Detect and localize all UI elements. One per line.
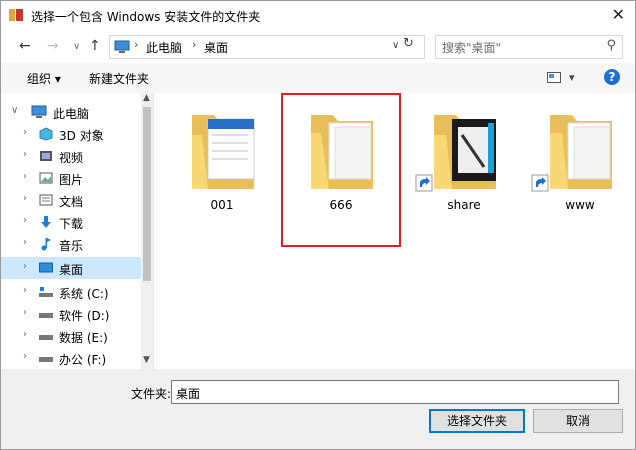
sidebar-item-drive-c[interactable]: › 系统 (C:) bbox=[1, 281, 141, 303]
folder-label: 666 bbox=[329, 198, 353, 212]
sidebar-item-label: 下载 bbox=[59, 217, 84, 231]
folder-icon bbox=[415, 115, 496, 192]
sidebar-item-label: 办公 (F:) bbox=[59, 353, 107, 367]
system-drive-icon bbox=[39, 287, 53, 297]
sidebar-item-label: 3D 对象 bbox=[59, 129, 104, 143]
file-list: 001 666 share www bbox=[154, 93, 635, 369]
sidebar-item-drive-f[interactable]: › 办公 (F:) bbox=[1, 347, 141, 369]
sidebar-item-3d-objects[interactable]: › 3D 对象 bbox=[1, 123, 141, 145]
sidebar-item-drive-e[interactable]: › 数据 (E:) bbox=[1, 325, 141, 347]
search-icon: ⚲ bbox=[606, 38, 616, 53]
drive-icon bbox=[39, 313, 53, 318]
expand-arrow-icon[interactable]: › bbox=[23, 237, 27, 248]
sidebar-item-label: 系统 (C:) bbox=[59, 287, 109, 301]
command-toolbar: 组织 ▾ 新建文件夹 bbox=[1, 63, 635, 94]
expand-arrow-icon[interactable]: › bbox=[23, 285, 27, 296]
desktop-icon bbox=[39, 262, 53, 273]
title-bar: 选择一个包含 Windows 安装文件的文件夹 ✕ bbox=[1, 1, 635, 31]
search-box[interactable]: 搜索"桌面" ⚲ bbox=[435, 35, 623, 59]
3d-objects-icon bbox=[39, 127, 53, 141]
drive-icon bbox=[39, 357, 53, 362]
scroll-up-icon[interactable]: ▲ bbox=[143, 93, 150, 103]
sidebar-item-documents[interactable]: › 文档 bbox=[1, 189, 141, 211]
drive-icon bbox=[39, 335, 53, 340]
back-arrow-icon[interactable]: ← bbox=[19, 38, 31, 54]
download-icon bbox=[41, 216, 51, 228]
folder-icon bbox=[531, 115, 612, 192]
folder-item-www[interactable]: www bbox=[530, 105, 630, 215]
expand-arrow-icon[interactable]: › bbox=[23, 193, 27, 204]
breadcrumb-desktop[interactable]: 桌面 bbox=[204, 39, 228, 56]
expand-arrow-icon[interactable]: › bbox=[23, 149, 27, 160]
breadcrumb-separator-icon: › bbox=[134, 38, 139, 51]
music-icon bbox=[41, 238, 51, 251]
scrollbar-thumb[interactable] bbox=[143, 107, 151, 281]
scroll-down-icon[interactable]: ▼ bbox=[143, 355, 150, 365]
folder-icon bbox=[192, 115, 255, 189]
expand-arrow-icon[interactable]: › bbox=[23, 307, 27, 318]
expand-arrow-icon[interactable]: › bbox=[23, 127, 27, 138]
sidebar-item-label: 桌面 bbox=[59, 263, 84, 277]
pc-icon bbox=[31, 105, 47, 118]
folder-name-input[interactable]: 桌面 bbox=[171, 380, 619, 404]
folder-label: www bbox=[565, 198, 595, 212]
navigation-pane: ∨ 此电脑 › 3D 对象 › 视频 › 图片 › 文档 › 下载 › 音乐 ›… bbox=[1, 93, 154, 369]
breadcrumb-separator-icon: › bbox=[192, 38, 197, 51]
window-title: 选择一个包含 Windows 安装文件的文件夹 bbox=[31, 10, 261, 24]
help-icon[interactable]: ? bbox=[604, 69, 620, 85]
sidebar-item-desktop[interactable]: › 桌面 bbox=[1, 257, 141, 279]
close-icon[interactable]: ✕ bbox=[612, 5, 625, 24]
expand-arrow-icon[interactable]: ∨ bbox=[11, 105, 18, 116]
forward-arrow-icon[interactable]: → bbox=[47, 38, 59, 54]
folder-field-label: 文件夹: bbox=[131, 387, 172, 401]
sidebar-item-label: 视频 bbox=[59, 151, 84, 165]
sidebar-item-drive-d[interactable]: › 软件 (D:) bbox=[1, 303, 141, 325]
folder-item-001[interactable]: 001 bbox=[172, 105, 272, 215]
expand-arrow-icon[interactable]: › bbox=[23, 351, 27, 362]
new-folder-button[interactable]: 新建文件夹 bbox=[89, 70, 149, 87]
view-dropdown-icon[interactable]: ▾ bbox=[569, 71, 575, 84]
sidebar-item-downloads[interactable]: › 下载 bbox=[1, 211, 141, 233]
sidebar-item-label: 图片 bbox=[59, 173, 84, 187]
cancel-button[interactable]: 取消 bbox=[533, 409, 623, 433]
documents-icon bbox=[39, 194, 53, 206]
organize-menu-button[interactable]: 组织 ▾ bbox=[27, 70, 61, 87]
sidebar-scrollbar[interactable]: ▲ ▼ bbox=[141, 93, 153, 369]
folder-icon bbox=[311, 115, 373, 189]
folder-item-share[interactable]: share bbox=[414, 105, 514, 215]
refresh-icon[interactable]: ↻ bbox=[403, 36, 414, 51]
sidebar-item-music[interactable]: › 音乐 bbox=[1, 233, 141, 255]
sidebar-item-label: 文档 bbox=[59, 195, 84, 209]
breadcrumb-this-pc[interactable]: 此电脑 bbox=[146, 39, 182, 56]
sidebar-item-this-pc[interactable]: ∨ 此电脑 bbox=[1, 101, 141, 123]
view-options-icon[interactable] bbox=[547, 72, 561, 83]
expand-arrow-icon[interactable]: › bbox=[23, 215, 27, 226]
folder-item-666[interactable]: 666 bbox=[281, 93, 401, 247]
select-folder-button[interactable]: 选择文件夹 bbox=[429, 409, 525, 433]
sidebar-item-pictures[interactable]: › 图片 bbox=[1, 167, 141, 189]
expand-arrow-icon[interactable]: › bbox=[23, 171, 27, 182]
expand-arrow-icon[interactable]: › bbox=[23, 261, 27, 272]
video-icon bbox=[40, 151, 52, 161]
sidebar-item-label: 音乐 bbox=[59, 239, 84, 253]
address-dropdown-icon[interactable]: ∨ bbox=[392, 40, 399, 51]
search-input[interactable]: 搜索"桌面" bbox=[442, 39, 501, 56]
recent-locations-icon[interactable]: ∨ bbox=[73, 41, 80, 52]
folder-name-value: 桌面 bbox=[176, 387, 201, 401]
sidebar-item-label: 数据 (E:) bbox=[59, 331, 108, 345]
address-bar[interactable]: › 此电脑 › 桌面 ∨ bbox=[109, 35, 425, 59]
up-arrow-icon[interactable]: ↑ bbox=[89, 38, 101, 54]
pictures-icon bbox=[39, 172, 53, 184]
pc-icon bbox=[114, 40, 130, 53]
sidebar-item-label: 软件 (D:) bbox=[59, 309, 110, 323]
folder-label: 001 bbox=[210, 198, 234, 212]
sidebar-item-label: 此电脑 bbox=[53, 107, 90, 121]
folder-picker-dialog: 选择一个包含 Windows 安装文件的文件夹 ✕ ← → ∨ ↑ › 此电脑 … bbox=[0, 0, 636, 450]
expand-arrow-icon[interactable]: › bbox=[23, 329, 27, 340]
dialog-footer: 文件夹: 桌面 选择文件夹 取消 bbox=[1, 369, 635, 449]
folder-label: share bbox=[447, 198, 481, 212]
sidebar-item-video[interactable]: › 视频 bbox=[1, 145, 141, 167]
app-icon bbox=[9, 9, 23, 21]
